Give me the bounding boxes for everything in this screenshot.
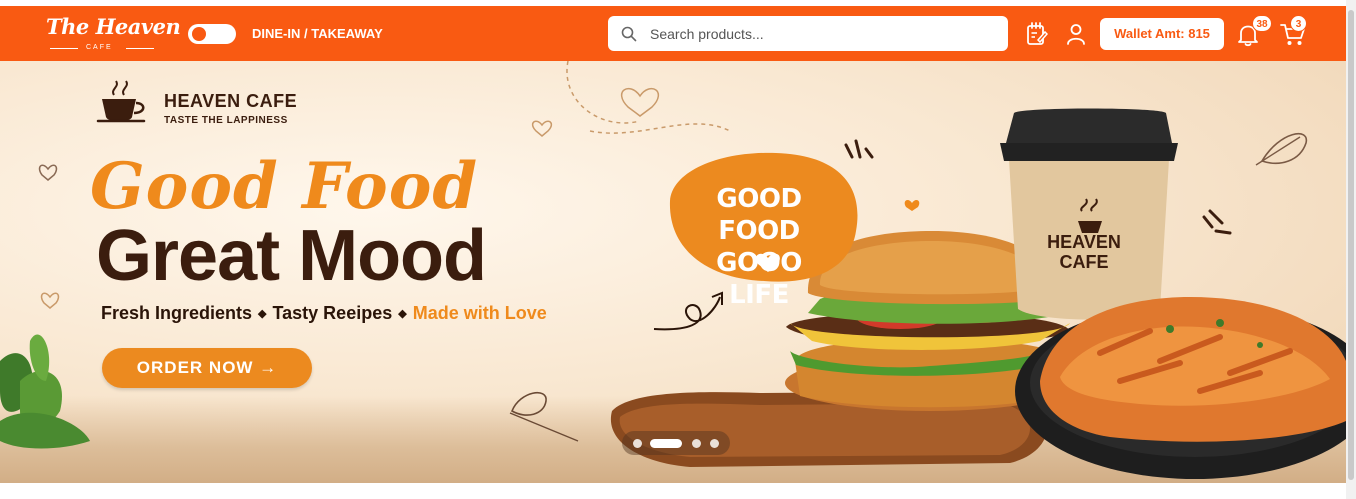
tagline-highlight: Made with Love <box>412 303 547 323</box>
toggle-knob <box>192 27 206 41</box>
hero-brand-tagline: TASTE THE LAPPINESS <box>164 115 288 126</box>
search-icon <box>621 26 637 42</box>
carousel-dot[interactable] <box>692 439 701 448</box>
cup-brand-text: HEAVEN CAFE <box>1047 232 1121 272</box>
search-input[interactable] <box>648 22 1002 46</box>
scrollbar-thumb[interactable] <box>1348 10 1354 480</box>
wallet-amount-button[interactable]: Wallet Amt: 815 <box>1100 18 1224 50</box>
promo-badge-text: GOOD FOOD GOOO LIFE <box>716 184 802 310</box>
user-icon[interactable] <box>1066 23 1086 45</box>
tagline-part: Tasty Reeipes <box>272 303 393 323</box>
page-scrollbar[interactable] <box>1346 0 1356 499</box>
carousel-dot-active[interactable] <box>650 439 682 448</box>
search-bar[interactable] <box>608 16 1008 51</box>
carousel-indicators <box>622 431 730 455</box>
tagline-part: Fresh Ingredients <box>101 303 253 323</box>
hero-tagline: Fresh Ingredients ◆ Tasty Reeipes ◆ Made wit… <box>101 303 547 323</box>
top-navbar: The Heaven CAFE DINE-IN / TAKEAWAY Walle… <box>0 6 1346 61</box>
hero-headline-secondary: Great Mood <box>96 216 487 296</box>
brand-logo[interactable]: The Heaven CAFE <box>46 14 181 58</box>
carousel-dot[interactable] <box>710 439 719 448</box>
notification-badge: 38 <box>1252 15 1272 32</box>
notes-icon[interactable] <box>1026 22 1048 46</box>
order-now-button[interactable]: ORDER NOW → <box>102 348 312 388</box>
cart-badge: 3 <box>1290 15 1307 32</box>
logo-sub-text: CAFE <box>86 44 113 51</box>
logo-script-text: The Heaven <box>46 14 181 39</box>
hero-headline-primary: Good Food <box>90 149 479 224</box>
dine-in-takeaway-toggle[interactable] <box>188 24 236 44</box>
carousel-dot[interactable] <box>633 439 642 448</box>
order-mode-label: DINE-IN / TAKEAWAY <box>252 26 383 41</box>
hero-banner[interactable]: HEAVEN CAFE TASTE THE LAPPINESS Good Foo… <box>0 61 1346 483</box>
hero-brand-name: HEAVEN CAFE <box>164 91 298 111</box>
